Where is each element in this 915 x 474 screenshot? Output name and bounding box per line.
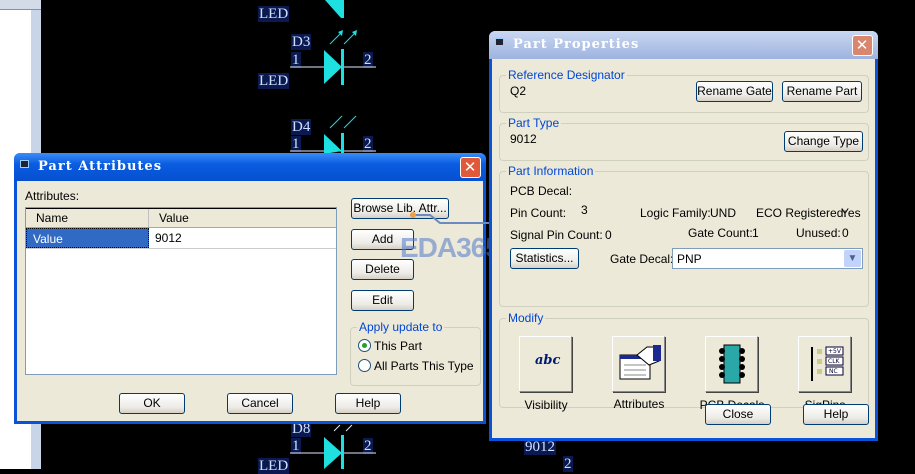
visibility-caption: Visibility (524, 398, 568, 412)
logic-family-label: Logic Family: (640, 206, 711, 220)
app-icon (20, 160, 29, 168)
ok-button[interactable]: OK (119, 393, 185, 414)
pin-count-value: 3 (581, 203, 588, 217)
pcb-decals-button[interactable] (705, 336, 758, 392)
attribute-value-cell[interactable]: 9012 (149, 228, 334, 248)
apply-update-label: Apply update to (357, 320, 445, 334)
apply-update-group: Apply update to This Part All Parts This… (350, 320, 481, 386)
signal-pins-icon: +5V CLK NC (811, 346, 844, 381)
left-panel-header (0, 0, 41, 10)
close-icon[interactable]: ✕ (460, 157, 481, 178)
part-attributes-dialog: Part Attributes ✕ Attributes: Name Value … (14, 153, 486, 424)
gate-count-label: Gate Count: (688, 226, 753, 240)
attributes-form-icon (619, 345, 661, 380)
gate-count-value: 1 (752, 226, 759, 240)
dialog-title: Part Properties (513, 37, 640, 52)
dialog-title: Part Attributes (38, 159, 163, 174)
svg-text:NC: NC (829, 368, 838, 375)
pin-count-label: Pin Count: (510, 206, 567, 220)
chevron-down-icon[interactable]: ▼ (844, 250, 861, 267)
edit-button[interactable]: Edit (351, 290, 414, 311)
radio-label: This Part (374, 339, 423, 353)
attribute-name-cell[interactable]: Value (26, 228, 149, 248)
statistics-button[interactable]: Statistics... (510, 248, 579, 269)
column-header-value[interactable]: Value (149, 209, 334, 227)
group-label: Part Type (506, 116, 562, 130)
pcb-decal-label: PCB Decal: (510, 184, 573, 198)
change-type-button[interactable]: Change Type (784, 131, 863, 152)
radio-unselected-icon[interactable] (358, 359, 371, 372)
unused-label: Unused: (796, 226, 841, 240)
table-row[interactable]: Value 9012 (26, 228, 336, 249)
radio-selected-icon[interactable] (358, 339, 371, 352)
diode-d2-symbol (325, 0, 344, 18)
gate-decal-label: Gate Decal: (610, 252, 674, 266)
svg-text:+5V: +5V (828, 348, 842, 355)
part-information-group: Part Information PCB Decal: Pin Count: 3… (499, 164, 869, 307)
rename-gate-button[interactable]: Rename Gate (696, 81, 773, 102)
led-label: LED (258, 458, 290, 474)
sigpins-button[interactable]: +5V CLK NC (798, 336, 851, 392)
group-label: Reference Designator (506, 68, 627, 82)
diode-d3-symbol (290, 30, 376, 85)
attributes-button[interactable] (612, 336, 665, 392)
attributes-table[interactable]: Name Value Value 9012 (25, 207, 337, 375)
gate-decal-select[interactable]: PNP ▼ (672, 248, 863, 269)
signal-pin-count-label: Signal Pin Count: (510, 228, 603, 242)
cancel-button[interactable]: Cancel (227, 393, 293, 414)
chip-icon (719, 344, 745, 384)
app-icon (495, 38, 504, 46)
watermark-logo: EDA365 (400, 232, 501, 263)
attributes-caption: Attributes (613, 397, 665, 411)
close-button[interactable]: Close (705, 404, 771, 425)
eco-registered-value: Yes (841, 206, 861, 220)
logic-family-value: UND (710, 206, 736, 220)
attributes-label: Attributes: (25, 189, 80, 203)
close-icon[interactable]: ✕ (852, 35, 873, 56)
group-label: Part Information (506, 164, 596, 178)
rename-part-button[interactable]: Rename Part (782, 81, 862, 102)
reference-designator-group: Reference Designator Q2 Rename Gate Rena… (499, 68, 869, 113)
eco-registered-label: ECO Registered: (756, 206, 847, 220)
signal-pin-count-value: 0 (605, 228, 612, 242)
visibility-abc-icon: abc (535, 353, 561, 368)
diode-d8-symbol (290, 424, 376, 469)
led-label: LED (258, 6, 290, 22)
radio-label: All Parts This Type (374, 359, 474, 373)
pin-label: 2 (563, 456, 573, 472)
radio-this-part[interactable]: This Part (358, 339, 422, 353)
unused-value: 0 (842, 226, 849, 240)
part-properties-dialog: Part Properties ✕ Reference Designator Q2… (489, 31, 878, 441)
svg-text:CLK: CLK (828, 358, 841, 365)
help-button[interactable]: Help (803, 404, 869, 425)
part-attributes-titlebar[interactable]: Part Attributes ✕ (14, 153, 486, 181)
reference-value: Q2 (510, 84, 527, 98)
column-header-name[interactable]: Name (26, 209, 149, 227)
table-header: Name Value (26, 208, 336, 228)
part-type-value: 9012 (510, 132, 537, 146)
led-label: LED (258, 73, 290, 89)
part-value-label: 9012 (524, 439, 556, 455)
help-button[interactable]: Help (335, 393, 401, 414)
visibility-button[interactable]: abc (519, 336, 572, 392)
gate-decal-value: PNP (677, 252, 702, 266)
diode-d4-symbol (290, 115, 376, 154)
modify-group: Modify abc +5V CLK NC Visibility Attribute… (499, 311, 869, 412)
part-type-group: Part Type 9012 Change Type (499, 116, 869, 161)
radio-all-parts[interactable]: All Parts This Type (358, 359, 474, 373)
part-properties-titlebar[interactable]: Part Properties ✕ (489, 31, 878, 59)
group-label: Modify (506, 311, 546, 325)
dialog-body: Reference Designator Q2 Rename Gate Rena… (492, 59, 875, 438)
